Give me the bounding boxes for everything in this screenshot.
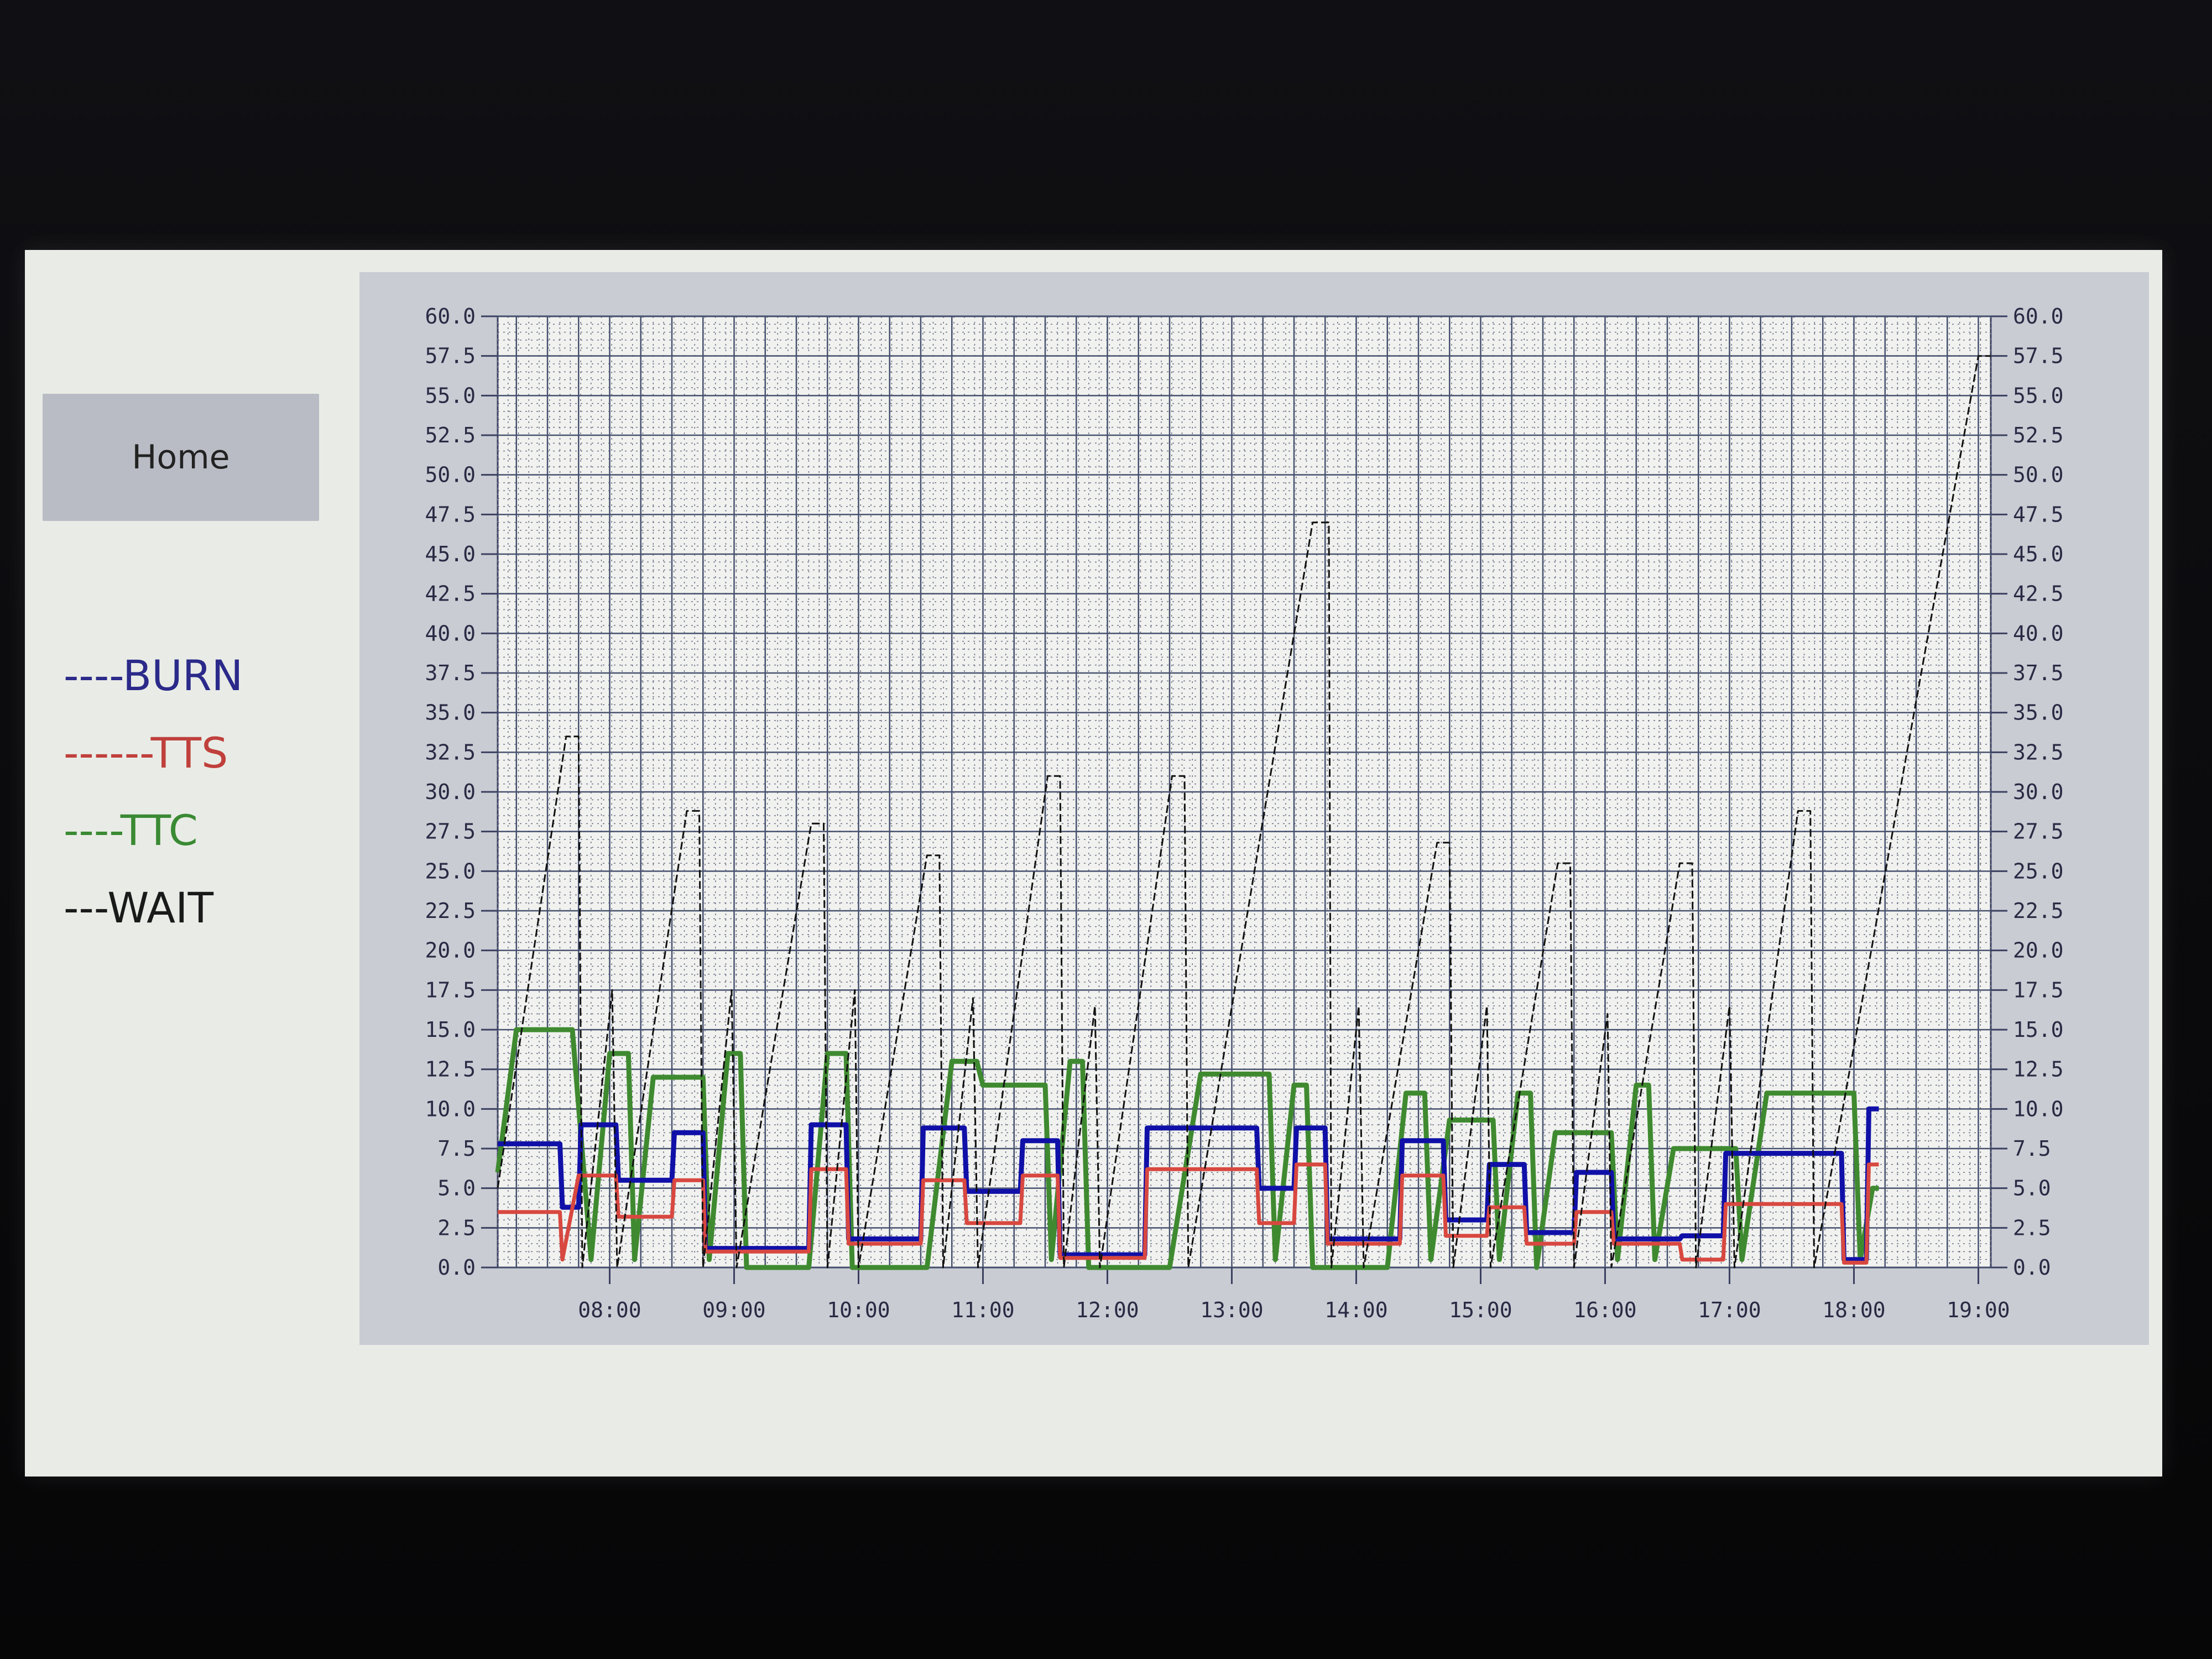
y-tick-label-left: 20.0 xyxy=(425,938,476,963)
y-tick-label-right: 25.0 xyxy=(2013,859,2064,883)
y-tick-label-left: 35.0 xyxy=(425,701,476,725)
y-tick-label-left: 52.5 xyxy=(425,423,476,447)
y-tick-label-right: 45.0 xyxy=(2013,542,2064,566)
legend-item-tts: ------TTS xyxy=(64,728,228,778)
legend-item-ttc: ----TTC xyxy=(64,806,198,855)
y-tick-label-right: 30.0 xyxy=(2013,780,2064,804)
y-tick-label-left: 42.5 xyxy=(425,582,476,606)
y-tick-label-left: 12.5 xyxy=(425,1057,476,1082)
y-tick-label-right: 7.5 xyxy=(2013,1136,2051,1161)
y-tick-label-left: 0.0 xyxy=(437,1255,476,1280)
x-tick-label: 10:00 xyxy=(827,1298,890,1322)
x-tick-label: 16:00 xyxy=(1573,1298,1636,1322)
y-tick-label-right: 5.0 xyxy=(2013,1176,2051,1201)
y-tick-label-left: 32.5 xyxy=(425,740,476,764)
home-button[interactable]: Home xyxy=(43,394,319,521)
y-tick-label-left: 17.5 xyxy=(425,978,476,1002)
y-tick-label-right: 60.0 xyxy=(2013,304,2064,328)
x-tick-label: 17:00 xyxy=(1698,1298,1761,1322)
y-tick-label-left: 45.0 xyxy=(425,542,476,566)
y-tick-label-right: 22.5 xyxy=(2013,899,2064,923)
x-tick-label: 18:00 xyxy=(1822,1298,1885,1322)
x-tick-label: 14:00 xyxy=(1324,1298,1387,1322)
y-tick-label-left: 50.0 xyxy=(425,463,476,487)
y-tick-label-left: 27.5 xyxy=(425,820,476,844)
legend-item-wait: ---WAIT xyxy=(64,883,214,932)
legend: ----BURN ------TTS ----TTC ---WAIT xyxy=(64,637,340,947)
y-tick-label-left: 15.0 xyxy=(425,1018,476,1042)
trend-chart-panel: 60.0 60.0 57.5 57.5 55.0 55.0 52.5 52.5 50.0 50.0… xyxy=(359,272,2149,1345)
x-tick-label: 11:00 xyxy=(951,1298,1014,1322)
y-tick-label-right: 35.0 xyxy=(2013,701,2064,725)
y-tick-label-right: 32.5 xyxy=(2013,740,2064,764)
y-tick-label-right: 52.5 xyxy=(2013,423,2064,447)
y-tick-label-left: 2.5 xyxy=(437,1215,476,1240)
y-tick-label-left: 55.0 xyxy=(425,383,476,408)
x-tick-label: 13:00 xyxy=(1200,1298,1263,1322)
y-tick-label-left: 25.0 xyxy=(425,859,476,883)
y-tick-label-right: 40.0 xyxy=(2013,621,2064,645)
y-tick-label-right: 42.5 xyxy=(2013,582,2064,606)
y-tick-label-right: 12.5 xyxy=(2013,1057,2064,1082)
legend-item-burn: ----BURN xyxy=(64,651,243,700)
y-tick-label-right: 15.0 xyxy=(2013,1018,2064,1042)
hmi-screen: Home ----BURN ------TTS ----TTC ---WAIT … xyxy=(25,250,2162,1477)
y-tick-label-left: 7.5 xyxy=(437,1136,476,1161)
y-tick-label-left: 47.5 xyxy=(425,502,476,526)
y-tick-label-right: 17.5 xyxy=(2013,978,2064,1002)
y-tick-label-right: 0.0 xyxy=(2013,1255,2051,1280)
y-tick-label-right: 20.0 xyxy=(2013,938,2064,963)
y-tick-label-right: 50.0 xyxy=(2013,463,2064,487)
x-tick-label: 12:00 xyxy=(1076,1298,1139,1322)
y-tick-label-left: 10.0 xyxy=(425,1097,476,1121)
y-tick-label-left: 37.5 xyxy=(425,661,476,685)
trend-chart: 60.0 60.0 57.5 57.5 55.0 55.0 52.5 52.5 50.0 50.0… xyxy=(425,304,2064,1322)
y-tick-label-left: 5.0 xyxy=(437,1176,476,1201)
x-tick-label: 15:00 xyxy=(1449,1298,1512,1322)
y-tick-label-right: 55.0 xyxy=(2013,383,2064,408)
y-tick-label-right: 27.5 xyxy=(2013,820,2064,844)
y-tick-label-left: 57.5 xyxy=(425,344,476,368)
x-tick-label: 09:00 xyxy=(702,1298,765,1322)
y-tick-label-right: 47.5 xyxy=(2013,502,2064,526)
y-tick-label-right: 57.5 xyxy=(2013,344,2064,368)
y-tick-label-left: 22.5 xyxy=(425,899,476,923)
y-tick-label-right: 2.5 xyxy=(2013,1215,2051,1240)
x-tick-label: 08:00 xyxy=(578,1298,641,1322)
y-tick-label-left: 40.0 xyxy=(425,621,476,645)
y-tick-label-right: 10.0 xyxy=(2013,1097,2064,1121)
y-tick-label-right: 37.5 xyxy=(2013,661,2064,685)
y-tick-label-left: 30.0 xyxy=(425,780,476,804)
y-tick-label-left: 60.0 xyxy=(425,304,476,328)
x-tick-label: 19:00 xyxy=(1947,1298,2010,1322)
